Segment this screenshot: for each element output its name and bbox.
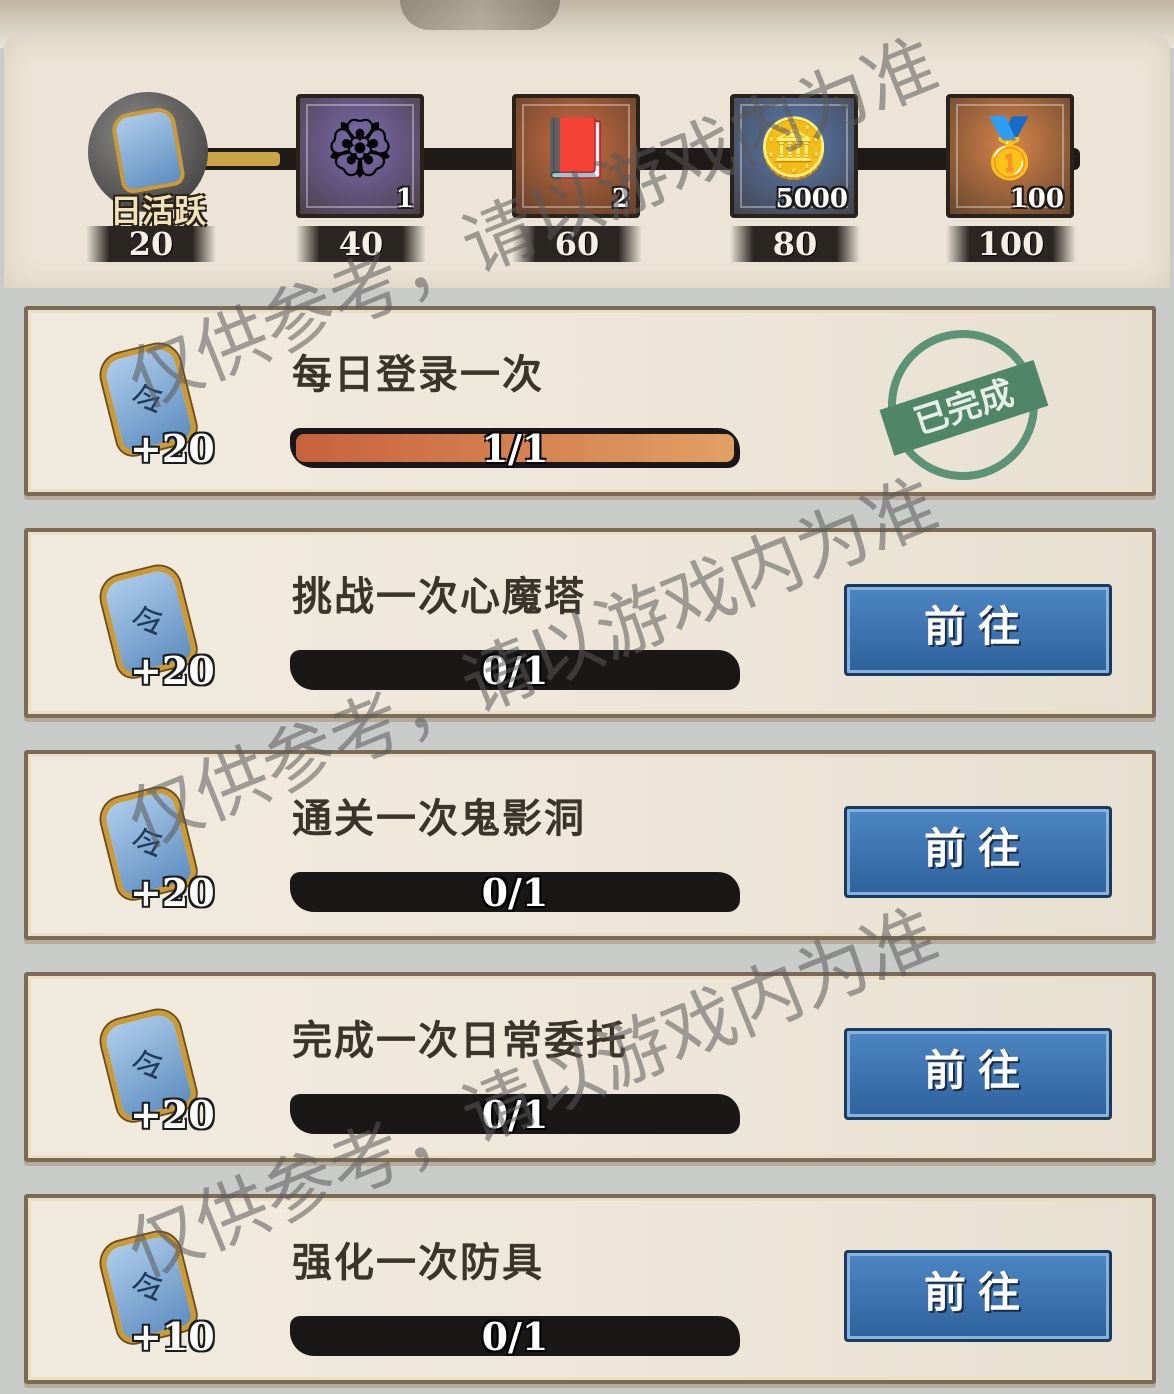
task-reward: +20 [130,1092,215,1137]
milestone-threshold: 40 [296,226,426,262]
activity-token-icon: +20 [96,1005,215,1137]
task-progress-bar: 1/1 [290,426,740,471]
milestone-threshold: 100 [946,226,1076,262]
task-row-commission: +20 完成一次日常委托 0/1 前往 [24,972,1156,1162]
milestone-reward-60[interactable]: 📕 2 [512,94,640,218]
go-button[interactable]: 前往 [844,1250,1112,1342]
task-progress-bar: 0/1 [290,1314,740,1359]
character-figure [400,0,560,30]
task-row-tower: +20 挑战一次心魔塔 0/1 前往 [24,528,1156,718]
go-button[interactable]: 前往 [844,584,1112,676]
task-progress-text: 0/1 [481,1092,549,1137]
activity-token-icon: +20 [96,339,215,471]
milestone-qty: 1 [395,184,414,214]
milestone-threshold: 80 [730,226,860,262]
activity-token-icon: +20 [96,783,215,915]
token-icon: 🏵 [323,114,397,182]
book-icon: 📕 [539,114,613,182]
task-reward: +20 [130,426,215,471]
task-row-cave: +20 通关一次鬼影洞 0/1 前往 [24,750,1156,940]
task-progress-text: 0/1 [481,870,549,915]
go-button[interactable]: 前往 [844,806,1112,898]
task-reward: +20 [130,648,215,693]
activity-current-value: 20 [86,226,216,262]
milestone-qty: 100 [1009,184,1064,214]
task-progress-bar: 0/1 [290,1092,740,1137]
completed-stamp: 已完成 [868,310,1058,500]
go-button[interactable]: 前往 [844,1028,1112,1120]
activity-token-icon: +20 [96,561,215,693]
task-title: 完成一次日常委托 [292,1017,628,1064]
task-progress-text: 0/1 [481,1314,549,1359]
milestone-reward-40[interactable]: 🏵 1 [296,94,424,218]
milestone-qty: 5000 [775,184,848,214]
task-reward: +20 [130,870,215,915]
milestone-reward-80[interactable]: 🪙 5000 [730,94,858,218]
task-progress-bar: 0/1 [290,870,740,915]
milestone-threshold: 60 [512,226,642,262]
task-progress-text: 0/1 [481,648,549,693]
gold-ingot-icon: 🥇 [973,114,1047,182]
task-title: 通关一次鬼影洞 [292,795,586,842]
task-title: 强化一次防具 [292,1239,544,1286]
task-title: 每日登录一次 [292,351,544,398]
task-title: 挑战一次心魔塔 [292,573,586,620]
task-row-armor: +10 强化一次防具 0/1 前往 [24,1194,1156,1384]
coin-icon: 🪙 [757,114,831,182]
milestone-reward-100[interactable]: 🥇 100 [946,94,1074,218]
task-reward: +10 [130,1314,215,1359]
milestone-qty: 2 [611,184,630,214]
task-row-login: +20 每日登录一次 1/1 已完成 [24,306,1156,500]
activity-token-icon: +10 [96,1227,215,1359]
task-progress-bar: 0/1 [290,648,740,693]
task-progress-text: 1/1 [481,426,549,471]
completed-stamp-text: 已完成 [879,359,1049,456]
